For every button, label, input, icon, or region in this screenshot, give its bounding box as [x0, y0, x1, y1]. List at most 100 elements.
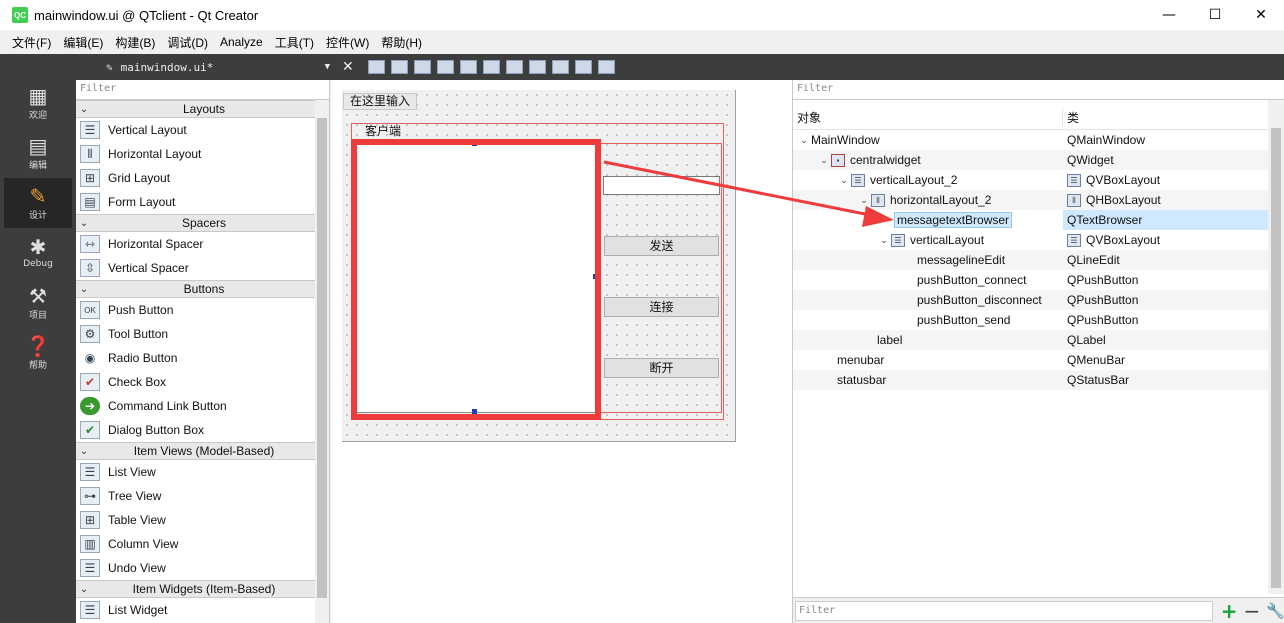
menu-help[interactable]: 帮助(H) — [375, 34, 428, 51]
tree-row[interactable]: menubar QMenuBar — [793, 350, 1269, 370]
tree-row[interactable]: label QLabel — [793, 330, 1269, 350]
close-document-icon[interactable]: ✕ — [342, 59, 354, 75]
message-line-edit[interactable] — [603, 176, 720, 195]
minimize-button[interactable]: — — [1146, 0, 1192, 30]
maximize-button[interactable]: ☐ — [1192, 0, 1238, 30]
widget-filter-input[interactable]: Filter — [76, 80, 329, 100]
tree-row[interactable]: pushButton_connect QPushButton — [793, 270, 1269, 290]
configure-wrench-icon[interactable]: 🔧 — [1266, 602, 1284, 620]
menu-tools[interactable]: 工具(T) — [269, 34, 320, 51]
widget-item[interactable]: ➔ Command Link Button — [76, 394, 316, 418]
check-box-icon: ✔ — [80, 373, 100, 391]
widget-box-scrollbar[interactable] — [315, 100, 329, 623]
client-label[interactable]: 客户端 — [365, 122, 401, 139]
tree-row-selected[interactable]: messagetextBrowser QTextBrowser — [793, 210, 1269, 230]
column-header-object[interactable]: 对象 — [793, 109, 1063, 126]
connect-button[interactable]: 连接 — [604, 297, 719, 317]
widget-item[interactable]: ✔ Dialog Button Box — [76, 418, 316, 442]
widget-item[interactable]: ⇿ Horizontal Spacer — [76, 232, 316, 256]
list-view-icon: ☰ — [80, 463, 100, 481]
layout-splitter-horizontal-icon[interactable] — [505, 60, 523, 74]
tree-row[interactable]: ⌄ ▪ centralwidget QWidget — [793, 150, 1269, 170]
widget-label: Tree View — [108, 489, 162, 503]
send-button[interactable]: 发送 — [604, 236, 719, 256]
mode-debug[interactable]: ✱ Debug — [4, 228, 72, 278]
tree-row[interactable]: ⌄ MainWindow QMainWindow — [793, 130, 1269, 150]
widget-item[interactable]: ⊞ Grid Layout — [76, 166, 316, 190]
mode-design[interactable]: ✎ 设计 — [4, 178, 72, 228]
widget-label: Check Box — [108, 375, 167, 389]
add-property-icon[interactable]: + — [1221, 599, 1238, 623]
widget-item[interactable]: ⊶ Tree View — [76, 484, 316, 508]
layout-horizontal-icon[interactable] — [459, 60, 477, 74]
category-header[interactable]: ⌄ Item Views (Model-Based) — [76, 442, 316, 460]
adjust-size-icon[interactable] — [597, 60, 615, 74]
tree-row[interactable]: pushButton_disconnect QPushButton — [793, 290, 1269, 310]
tree-row[interactable]: ⌄ ☰ verticalLayout_2 ☰ QVBoxLayout — [793, 170, 1269, 190]
widget-item[interactable]: ⇳ Vertical Spacer — [76, 256, 316, 280]
tree-row[interactable]: pushButton_send QPushButton — [793, 310, 1269, 330]
mode-help[interactable]: ❓ 帮助 — [4, 328, 72, 378]
chevron-down-icon[interactable]: ⌄ — [837, 175, 851, 186]
widget-item[interactable]: ☰ Undo View — [76, 556, 316, 580]
remove-property-icon[interactable]: − — [1244, 599, 1261, 623]
widget-item[interactable]: ▤ Form Layout — [76, 190, 316, 214]
menu-edit[interactable]: 编辑(E) — [57, 34, 109, 51]
tree-row[interactable]: ⌄ ☰ verticalLayout ☰ QVBoxLayout — [793, 230, 1269, 250]
list-widget-icon: ☰ — [80, 601, 100, 619]
chevron-down-icon[interactable]: ⌄ — [877, 235, 891, 246]
object-class: QTextBrowser — [1067, 213, 1143, 227]
mode-welcome[interactable]: ▦ 欢迎 — [4, 78, 72, 128]
tree-row[interactable]: messagelineEdit QLineEdit — [793, 250, 1269, 270]
layout-grid-icon[interactable] — [551, 60, 569, 74]
property-filter-input[interactable]: Filter — [795, 600, 1213, 621]
scrollbar-thumb[interactable] — [1271, 128, 1281, 588]
category-header[interactable]: ⌄ Spacers — [76, 214, 316, 232]
widget-item[interactable]: ⊞ Table View — [76, 508, 316, 532]
menu-file[interactable]: 文件(F) — [6, 34, 57, 51]
widget-label: Undo View — [108, 561, 166, 575]
widget-item[interactable]: OK Push Button — [76, 298, 316, 322]
menu-debug[interactable]: 调试(D) — [161, 34, 214, 51]
category-header[interactable]: ⌄ Buttons — [76, 280, 316, 298]
inspector-scrollbar[interactable] — [1268, 100, 1284, 594]
layout-splitter-vertical-icon[interactable] — [528, 60, 546, 74]
scrollbar-thumb[interactable] — [317, 118, 327, 598]
tree-row[interactable]: ⌄ ⦀ horizontalLayout_2 ⦀ QHBoxLayout — [793, 190, 1269, 210]
edit-buddies-icon[interactable] — [413, 60, 431, 74]
widget-item[interactable]: ◉ Radio Button — [76, 346, 316, 370]
chevron-down-icon[interactable]: ⌄ — [817, 155, 831, 166]
edit-tab-order-icon[interactable] — [436, 60, 454, 74]
form-menubar-placeholder[interactable]: 在这里输入 — [343, 93, 418, 110]
open-file-selector[interactable]: ✎ mainwindow.ui* ▼ — [106, 61, 330, 74]
category-header[interactable]: ⌄ Layouts — [76, 100, 316, 118]
menu-analyze[interactable]: Analyze — [214, 35, 269, 49]
widget-item[interactable]: ⚙ Tool Button — [76, 322, 316, 346]
object-class: QVBoxLayout — [1086, 233, 1161, 247]
object-inspector-panel: Filter 对象 类 ⌄ MainWindow QMainWindow ⌄ ▪ ce… — [792, 80, 1284, 623]
tree-row[interactable]: statusbar QStatusBar — [793, 370, 1269, 390]
inspector-filter-input[interactable]: Filter — [793, 80, 1284, 100]
widget-item[interactable]: ☰ Vertical Layout — [76, 118, 316, 142]
menu-build[interactable]: 构建(B) — [109, 34, 161, 51]
mode-projects[interactable]: ⚒ 项目 — [4, 278, 72, 328]
widget-item[interactable]: ☰ List View — [76, 460, 316, 484]
widget-item[interactable]: ⦀ Horizontal Layout — [76, 142, 316, 166]
help-icon: ❓ — [25, 333, 51, 358]
widget-item[interactable]: ✔ Check Box — [76, 370, 316, 394]
layout-vertical-icon[interactable] — [482, 60, 500, 74]
edit-signals-slots-icon[interactable] — [390, 60, 408, 74]
break-layout-icon[interactable] — [574, 60, 592, 74]
close-button[interactable]: ✕ — [1238, 0, 1284, 30]
edit-widgets-icon[interactable] — [367, 60, 385, 74]
widget-item[interactable]: ☰ List Widget — [76, 598, 316, 622]
category-header[interactable]: ⌄ Item Widgets (Item-Based) — [76, 580, 316, 598]
chevron-down-icon[interactable]: ⌄ — [797, 135, 811, 146]
column-header-class[interactable]: 类 — [1063, 109, 1079, 126]
menu-widgets[interactable]: 控件(W) — [320, 34, 375, 51]
chevron-down-icon[interactable]: ⌄ — [857, 195, 871, 206]
disconnect-button[interactable]: 断开 — [604, 358, 719, 378]
widget-item[interactable]: ▥ Column View — [76, 532, 316, 556]
qt-creator-logo-icon: QC — [12, 7, 28, 23]
mode-edit[interactable]: ▤ 编辑 — [4, 128, 72, 178]
